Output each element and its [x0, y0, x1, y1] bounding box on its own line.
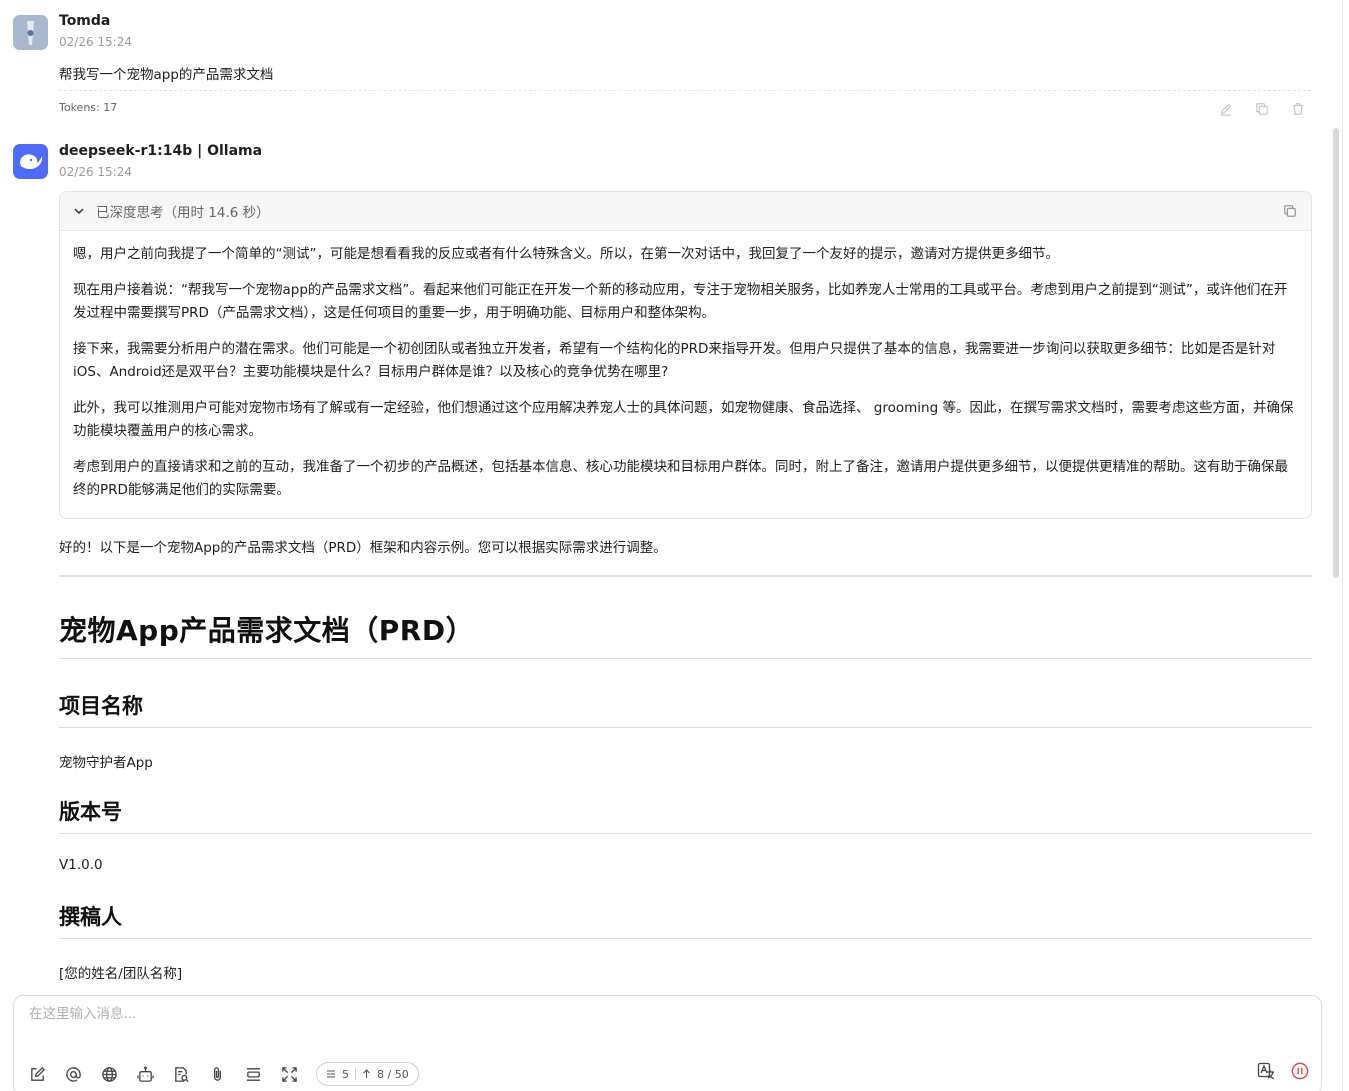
- context-token-badge[interactable]: 5 8 / 50: [316, 1062, 419, 1086]
- user-avatar[interactable]: [13, 15, 48, 50]
- translate-icon[interactable]: [1257, 1062, 1275, 1080]
- edit-icon[interactable]: [1217, 100, 1235, 118]
- thinking-paragraph: 考虑到用户的直接请求和之前的互动，我准备了一个初步的产品概述，包括基本信息、核心…: [73, 459, 1288, 498]
- message-divider: [59, 90, 1311, 91]
- section-text: 宠物守护者App: [59, 755, 153, 771]
- knowledge-icon[interactable]: [172, 1065, 190, 1083]
- message-actions: [1217, 100, 1307, 118]
- thinking-paragraph: 现在用户接着说：“帮我写一个宠物app的产品需求文档”。看起来他们可能正在开发一…: [73, 282, 1288, 321]
- delete-icon[interactable]: [1289, 100, 1307, 118]
- section-text: V1.0.0: [59, 857, 103, 873]
- thinking-paragraph: 此外，我可以推测用户可能对宠物市场有了解或有一定经验，他们想通过这个应用解决养宠…: [73, 400, 1294, 439]
- heading-underline: [59, 727, 1312, 728]
- thinking-panel: 已深度思考（用时 14.6 秒） 嗯，用户之前向我提了一个简单的“测试”，可能是…: [59, 191, 1312, 519]
- arrow-up-icon: [363, 1069, 370, 1078]
- thinking-title: 已深度思考（用时 14.6 秒）: [96, 205, 270, 221]
- section-heading: 版本号: [59, 800, 122, 824]
- expand-icon[interactable]: [280, 1065, 298, 1083]
- answer-intro: 好的！以下是一个宠物App的产品需求文档（PRD）框架和内容示例。您可以根据实际…: [59, 540, 667, 556]
- thinking-header[interactable]: 已深度思考（用时 14.6 秒）: [60, 192, 1311, 231]
- thinking-paragraph: 嗯，用户之前向我提了一个简单的“测试”，可能是想看看我的反应或者有什么特殊含义。…: [73, 246, 1059, 262]
- thinking-content: 嗯，用户之前向我提了一个简单的“测试”，可能是想看看我的反应或者有什么特殊含义。…: [60, 231, 1311, 502]
- pause-icon[interactable]: [1291, 1062, 1309, 1080]
- heading-underline: [59, 658, 1312, 659]
- deepseek-avatar[interactable]: [13, 144, 48, 179]
- heading-underline: [59, 938, 1312, 939]
- user-timestamp: 02/26 15:24: [59, 35, 132, 49]
- doc-title: 宠物App产品需求文档（PRD）: [59, 614, 475, 647]
- section-divider: [59, 575, 1312, 577]
- user-name: Tomda: [59, 13, 111, 29]
- list-icon: [327, 1070, 335, 1078]
- mention-icon[interactable]: [64, 1065, 82, 1083]
- chat-area: Tomda 02/26 15:24 帮我写一个宠物app的产品需求文档 Toke…: [0, 0, 1331, 990]
- clear-context-icon[interactable]: [244, 1065, 262, 1083]
- section-heading: 撰稿人: [59, 905, 122, 929]
- section-heading: 项目名称: [59, 694, 143, 718]
- token-usage: 8 / 50: [377, 1067, 409, 1081]
- context-count: 5: [342, 1067, 349, 1081]
- section-text: [您的姓名/团队名称]: [59, 966, 183, 982]
- message-composer: 5 8 / 50: [13, 995, 1322, 1091]
- chevron-down-icon[interactable]: [72, 204, 86, 218]
- copy-icon[interactable]: [1283, 203, 1297, 222]
- panel-border: [1342, 0, 1343, 1091]
- user-message-content: 帮我写一个宠物app的产品需求文档: [59, 67, 274, 83]
- composer-toolbar: 5 8 / 50: [28, 1062, 419, 1086]
- assistant-icon[interactable]: [136, 1065, 154, 1083]
- composer-actions: [1257, 1062, 1309, 1080]
- message-input[interactable]: [29, 1006, 1229, 1022]
- model-name: deepseek-r1:14b | Ollama: [59, 143, 263, 159]
- scrollbar[interactable]: [1333, 128, 1339, 578]
- copy-icon[interactable]: [1253, 100, 1271, 118]
- attachment-icon[interactable]: [208, 1065, 226, 1083]
- web-search-icon[interactable]: [100, 1065, 118, 1083]
- badge-separator: [355, 1068, 356, 1080]
- new-topic-icon[interactable]: [28, 1065, 46, 1083]
- thinking-paragraph: 接下来，我需要分析用户的潜在需求。他们可能是一个初创团队或者独立开发者，希望有一…: [73, 341, 1276, 380]
- bot-timestamp: 02/26 15:24: [59, 165, 132, 179]
- heading-underline: [59, 833, 1312, 834]
- token-count: Tokens: 17: [59, 101, 118, 114]
